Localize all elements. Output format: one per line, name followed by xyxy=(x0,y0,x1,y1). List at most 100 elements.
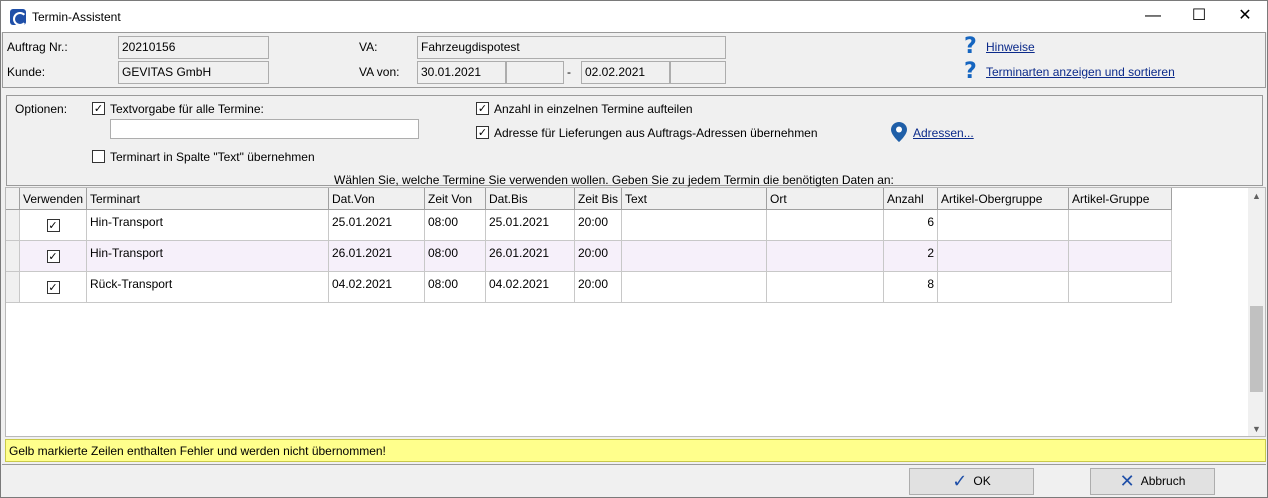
gruppe-cell[interactable] xyxy=(1069,241,1172,272)
column-header[interactable]: Dat.Bis xyxy=(486,188,575,210)
options-panel: Optionen: ✓ Textvorgabe für alle Termine… xyxy=(6,95,1263,187)
terminart-text-label: Terminart in Spalte "Text" übernehmen xyxy=(110,150,315,164)
table-row[interactable]: ✓ Hin-Transport 26.01.2021 08:00 26.01.2… xyxy=(6,241,1172,272)
textvorgabe-label: Textvorgabe für alle Termine: xyxy=(110,102,264,116)
maximize-button[interactable]: ☐ xyxy=(1176,1,1222,32)
cancel-x-icon: ✕ xyxy=(1119,471,1135,493)
text-cell[interactable] xyxy=(622,241,767,272)
anzahl-cell[interactable]: 6 xyxy=(884,210,938,241)
scrollbar-thumb[interactable] xyxy=(1250,306,1263,392)
row-header[interactable] xyxy=(6,241,20,272)
va-von-date-field[interactable]: 30.01.2021 xyxy=(417,61,506,84)
verwenden-checkbox[interactable]: ✓ xyxy=(46,219,60,232)
minimize-button[interactable]: — xyxy=(1130,1,1176,32)
dat-von-cell[interactable]: 04.02.2021 xyxy=(329,272,425,303)
abbruch-button-label: Abbruch xyxy=(1140,474,1186,488)
help-question-icon: ? xyxy=(964,34,977,59)
location-pin-icon xyxy=(891,122,907,142)
terminart-text-checkbox[interactable] xyxy=(92,150,105,163)
column-header[interactable]: Artikel-Obergruppe xyxy=(938,188,1069,210)
adresse-label: Adresse für Lieferungen aus Auftrags-Adr… xyxy=(494,126,818,140)
vertical-scrollbar[interactable]: ▲ ▼ xyxy=(1248,188,1265,436)
column-header[interactable]: Dat.Von xyxy=(329,188,425,210)
row-header[interactable] xyxy=(6,210,20,241)
termine-table: Verwenden Terminart Dat.Von Zeit Von Dat… xyxy=(5,187,1266,437)
obergruppe-cell[interactable] xyxy=(938,272,1069,303)
terminart-cell[interactable]: Hin-Transport xyxy=(87,241,329,272)
app-icon xyxy=(10,9,27,26)
zeit-bis-cell[interactable]: 20:00 xyxy=(575,210,622,241)
obergruppe-cell[interactable] xyxy=(938,241,1069,272)
ok-button[interactable]: ✓ OK xyxy=(909,468,1034,495)
termin-assistent-window: Termin-Assistent — ☐ ✕ Auftrag Nr.: 2021… xyxy=(0,0,1268,498)
column-header[interactable]: Text xyxy=(622,188,767,210)
textvorgabe-input[interactable] xyxy=(110,119,419,139)
dat-von-cell[interactable]: 25.01.2021 xyxy=(329,210,425,241)
anzahl-aufteilen-checkbox[interactable]: ✓ xyxy=(476,102,489,115)
zeit-von-cell[interactable]: 08:00 xyxy=(425,241,486,272)
instruction-text: Wählen Sie, welche Termine Sie verwenden… xyxy=(334,173,894,187)
zeit-bis-cell[interactable]: 20:00 xyxy=(575,241,622,272)
va-bis-time-field[interactable] xyxy=(670,61,726,84)
ort-cell[interactable] xyxy=(767,210,884,241)
gruppe-cell[interactable] xyxy=(1069,272,1172,303)
anzahl-aufteilen-label: Anzahl in einzelnen Termine aufteilen xyxy=(494,102,693,116)
ort-cell[interactable] xyxy=(767,272,884,303)
ort-cell[interactable] xyxy=(767,241,884,272)
text-cell[interactable] xyxy=(622,272,767,303)
error-status-bar: Gelb markierte Zeilen enthalten Fehler u… xyxy=(5,439,1266,462)
column-header[interactable]: Ort xyxy=(767,188,884,210)
zeit-von-cell[interactable]: 08:00 xyxy=(425,272,486,303)
adresse-checkbox[interactable]: ✓ xyxy=(476,126,489,139)
verwenden-checkbox[interactable]: ✓ xyxy=(46,250,60,263)
hinweise-link[interactable]: Hinweise xyxy=(986,40,1035,54)
ok-button-label: OK xyxy=(973,474,991,488)
dat-bis-cell[interactable]: 26.01.2021 xyxy=(486,241,575,272)
options-label: Optionen: xyxy=(15,102,68,116)
obergruppe-cell[interactable] xyxy=(938,210,1069,241)
auftrag-field[interactable]: 20210156 xyxy=(118,36,269,59)
dat-bis-cell[interactable]: 25.01.2021 xyxy=(486,210,575,241)
zeit-bis-cell[interactable]: 20:00 xyxy=(575,272,622,303)
row-header-corner xyxy=(6,188,20,210)
help-question-icon-2: ? xyxy=(964,59,977,84)
column-header[interactable]: Anzahl xyxy=(884,188,938,210)
terminarten-link[interactable]: Terminarten anzeigen und sortieren xyxy=(986,65,1175,79)
abbruch-button[interactable]: ✕ Abbruch xyxy=(1090,468,1215,495)
verwenden-checkbox[interactable]: ✓ xyxy=(46,281,60,294)
textvorgabe-checkbox[interactable]: ✓ xyxy=(92,102,105,115)
kunde-field[interactable]: GEVITAS GmbH xyxy=(118,61,269,84)
terminart-cell[interactable]: Hin-Transport xyxy=(87,210,329,241)
zeit-von-cell[interactable]: 08:00 xyxy=(425,210,486,241)
anzahl-cell[interactable]: 2 xyxy=(884,241,938,272)
scroll-down-icon[interactable]: ▼ xyxy=(1248,424,1265,434)
column-header[interactable]: Terminart xyxy=(87,188,329,210)
header-panel: Auftrag Nr.: 20210156 Kunde: GEVITAS Gmb… xyxy=(2,32,1266,88)
column-header[interactable]: Zeit Bis xyxy=(575,188,622,210)
dat-bis-cell[interactable]: 04.02.2021 xyxy=(486,272,575,303)
close-button[interactable]: ✕ xyxy=(1222,1,1268,32)
verwenden-cell[interactable]: ✓ xyxy=(20,241,87,272)
gruppe-cell[interactable] xyxy=(1069,210,1172,241)
date-range-dash: - xyxy=(567,65,571,79)
column-header[interactable]: Zeit Von xyxy=(425,188,486,210)
column-header[interactable]: Artikel-Gruppe xyxy=(1069,188,1172,210)
button-bar xyxy=(2,464,1266,497)
column-header[interactable]: Verwenden xyxy=(20,188,87,210)
terminart-cell[interactable]: Rück-Transport xyxy=(87,272,329,303)
va-bis-date-field[interactable]: 02.02.2021 xyxy=(581,61,670,84)
verwenden-cell[interactable]: ✓ xyxy=(20,272,87,303)
table-row[interactable]: ✓ Rück-Transport 04.02.2021 08:00 04.02.… xyxy=(6,272,1172,303)
table-row[interactable]: ✓ Hin-Transport 25.01.2021 08:00 25.01.2… xyxy=(6,210,1172,241)
text-cell[interactable] xyxy=(622,210,767,241)
scroll-up-icon[interactable]: ▲ xyxy=(1248,191,1265,201)
adressen-link[interactable]: Adressen... xyxy=(913,126,974,140)
va-field[interactable]: Fahrzeugdispotest xyxy=(417,36,726,59)
row-header[interactable] xyxy=(6,272,20,303)
va-von-time-field[interactable] xyxy=(506,61,564,84)
verwenden-cell[interactable]: ✓ xyxy=(20,210,87,241)
anzahl-cell[interactable]: 8 xyxy=(884,272,938,303)
va-label: VA: xyxy=(359,40,378,54)
dat-von-cell[interactable]: 26.01.2021 xyxy=(329,241,425,272)
auftrag-label: Auftrag Nr.: xyxy=(7,40,68,54)
